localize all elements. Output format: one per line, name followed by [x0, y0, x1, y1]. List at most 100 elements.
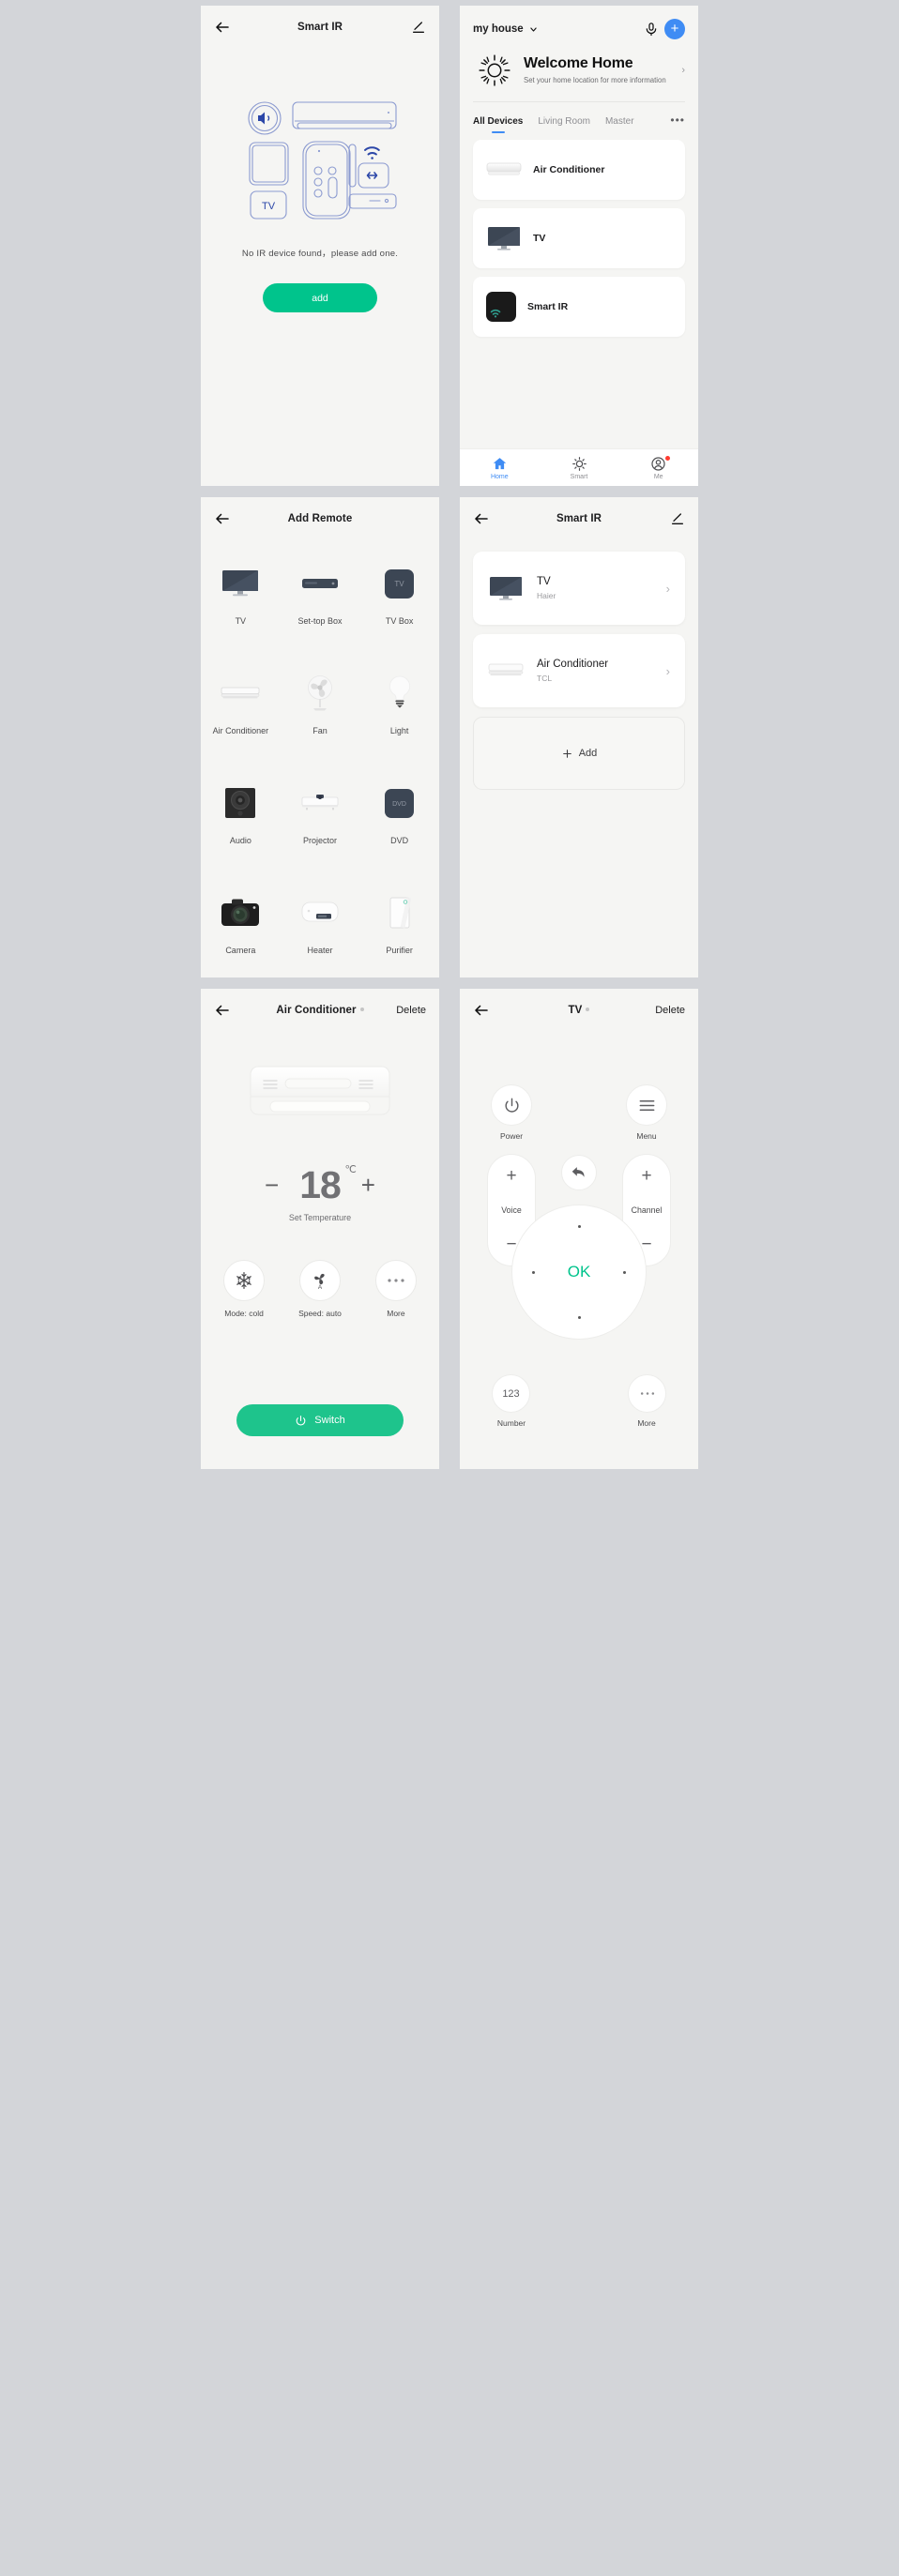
tabbar-item-smart[interactable]: Smart: [540, 449, 619, 486]
tv-ok-label[interactable]: OK: [568, 1263, 591, 1281]
switch-button-wrap: Switch: [201, 1404, 439, 1436]
tv-channel-plus[interactable]: +: [641, 1167, 651, 1185]
microphone-icon[interactable]: [644, 21, 659, 38]
ellipsis-icon: [640, 1392, 654, 1395]
pencil-icon[interactable]: [411, 20, 426, 35]
add-remote-button[interactable]: Add: [473, 717, 685, 790]
chevron-right-icon[interactable]: ›: [666, 582, 670, 596]
arrow-left-icon[interactable]: [214, 1002, 231, 1019]
arrow-left-icon[interactable]: [473, 510, 490, 527]
house-selector-label[interactable]: my house: [473, 23, 524, 35]
remote-type-purifier[interactable]: Purifier: [359, 883, 439, 977]
plus-icon: [562, 749, 571, 758]
temperature-plus-button[interactable]: +: [361, 1173, 375, 1197]
tab-all-devices[interactable]: All Devices: [473, 116, 523, 130]
remote-type-grid: TV Set-top Box TV TV Box Air Conditioner: [201, 553, 439, 977]
tv-more-button[interactable]: [628, 1374, 666, 1413]
add-device-button[interactable]: +: [664, 19, 685, 39]
ac-speed-button[interactable]: A Speed: auto: [298, 1259, 342, 1318]
ac-mode-button[interactable]: Mode: cold: [223, 1259, 266, 1318]
remote-type-set-top-box[interactable]: Set-top Box: [281, 553, 360, 658]
arrow-left-icon[interactable]: [214, 19, 231, 36]
panel-smart-ir-empty: Smart IR TV No IR device found，please ad…: [201, 6, 439, 486]
delete-button[interactable]: Delete: [396, 1005, 426, 1016]
delete-button[interactable]: Delete: [655, 1005, 685, 1016]
remote-type-label: Projector: [302, 836, 337, 845]
remote-type-heater[interactable]: Heater: [281, 883, 360, 977]
arrow-left-icon[interactable]: [214, 510, 231, 527]
header-tv-remote: TV Delete: [460, 989, 698, 1032]
welcome-text: Welcome Home Set your home location for …: [524, 55, 670, 86]
tv-number-button[interactable]: 123: [492, 1374, 530, 1413]
dpad-right-dot[interactable]: [623, 1270, 626, 1274]
tv-menu-button[interactable]: [626, 1084, 667, 1126]
temperature-minus-button[interactable]: −: [265, 1173, 279, 1197]
remote-type-air-conditioner[interactable]: Air Conditioner: [201, 663, 281, 767]
remote-type-label: DVD: [390, 836, 409, 845]
dpad-left-dot[interactable]: [532, 1270, 535, 1274]
remote-card-tv[interactable]: TV Haier ›: [473, 552, 685, 625]
ac-more-button[interactable]: More: [374, 1259, 417, 1318]
tabbar-item-home[interactable]: Home: [460, 449, 540, 486]
add-button[interactable]: add: [263, 283, 377, 312]
chevron-right-icon[interactable]: ›: [666, 664, 670, 678]
fan-icon: [304, 671, 336, 716]
remote-type-camera[interactable]: Camera: [201, 883, 281, 977]
remote-type-tv[interactable]: TV: [201, 553, 281, 658]
remote-card-text: TV Haier: [537, 576, 653, 600]
tv-power-button[interactable]: [491, 1084, 532, 1126]
sun-icon: [571, 456, 587, 471]
remote-type-light[interactable]: Light: [359, 663, 439, 767]
chevron-down-icon[interactable]: [529, 25, 538, 34]
home-icon: [493, 457, 507, 469]
tab-master[interactable]: Master: [605, 116, 634, 130]
ac-control-row: Mode: cold A Speed: auto More: [201, 1259, 439, 1318]
remote-type-label: Set-top Box: [297, 616, 343, 626]
pencil-icon[interactable]: [670, 511, 685, 526]
set-temperature-label: Set Temperature: [288, 1212, 352, 1222]
remote-card-air-conditioner[interactable]: Air Conditioner TCL ›: [473, 634, 685, 707]
svg-text:DVD: DVD: [392, 801, 406, 808]
remote-type-tv-box[interactable]: TV TV Box: [359, 553, 439, 658]
tv-voice-plus[interactable]: +: [506, 1167, 516, 1185]
panel-ac-remote: Air Conditioner Delete − 18 ℃ + Set Temp…: [201, 989, 439, 1469]
speaker-icon: [223, 780, 257, 826]
remote-type-label: TV: [235, 616, 247, 626]
tv-back-button[interactable]: [561, 1155, 597, 1190]
dpad-down-dot[interactable]: [577, 1316, 581, 1319]
tabbar-item-me[interactable]: Me: [618, 449, 698, 486]
tv-box-icon: TV: [384, 561, 415, 606]
tv-remote-body: Power Menu + Voice − + Channel − OK 123 …: [460, 1032, 698, 1469]
device-card-smart-ir[interactable]: Smart IR: [473, 277, 685, 337]
remote-type-fan[interactable]: Fan: [281, 663, 360, 767]
ellipsis-icon: [388, 1279, 404, 1282]
screenshot-grid: Smart IR TV No IR device found，please ad…: [0, 0, 899, 2576]
status-dot: [586, 1008, 590, 1012]
remote-type-dvd[interactable]: DVD DVD: [359, 773, 439, 877]
light-bulb-icon: [387, 671, 413, 716]
device-card-tv[interactable]: TV: [473, 208, 685, 268]
device-name: Air Conditioner: [533, 164, 605, 175]
device-list: Air Conditioner TV Smart IR: [460, 130, 698, 337]
dpad-up-dot[interactable]: [577, 1225, 581, 1228]
remote-type-projector[interactable]: Projector: [281, 773, 360, 877]
device-card-air-conditioner[interactable]: Air Conditioner: [473, 140, 685, 200]
tabbar-label: Smart: [570, 473, 588, 480]
air-conditioner-image: [201, 1066, 439, 1118]
add-remote-label: Add: [578, 748, 598, 759]
tv-dpad[interactable]: OK: [511, 1205, 647, 1340]
welcome-banner[interactable]: Welcome Home Set your home location for …: [460, 39, 698, 101]
remote-type-audio[interactable]: Audio: [201, 773, 281, 877]
tabs-overflow-icon[interactable]: •••: [670, 114, 685, 130]
tab-living-room[interactable]: Living Room: [538, 116, 590, 130]
power-icon: [296, 1415, 306, 1425]
remote-type-label: Heater: [307, 946, 333, 955]
welcome-subtitle: Set your home location for more informat…: [524, 75, 666, 84]
notification-badge: [664, 456, 670, 461]
bottom-tabbar: Home Smart Me: [460, 448, 698, 486]
device-name: TV: [533, 233, 546, 244]
arrow-left-icon[interactable]: [473, 1002, 490, 1019]
welcome-chevron-icon[interactable]: ›: [681, 65, 685, 76]
switch-button[interactable]: Switch: [236, 1404, 404, 1436]
